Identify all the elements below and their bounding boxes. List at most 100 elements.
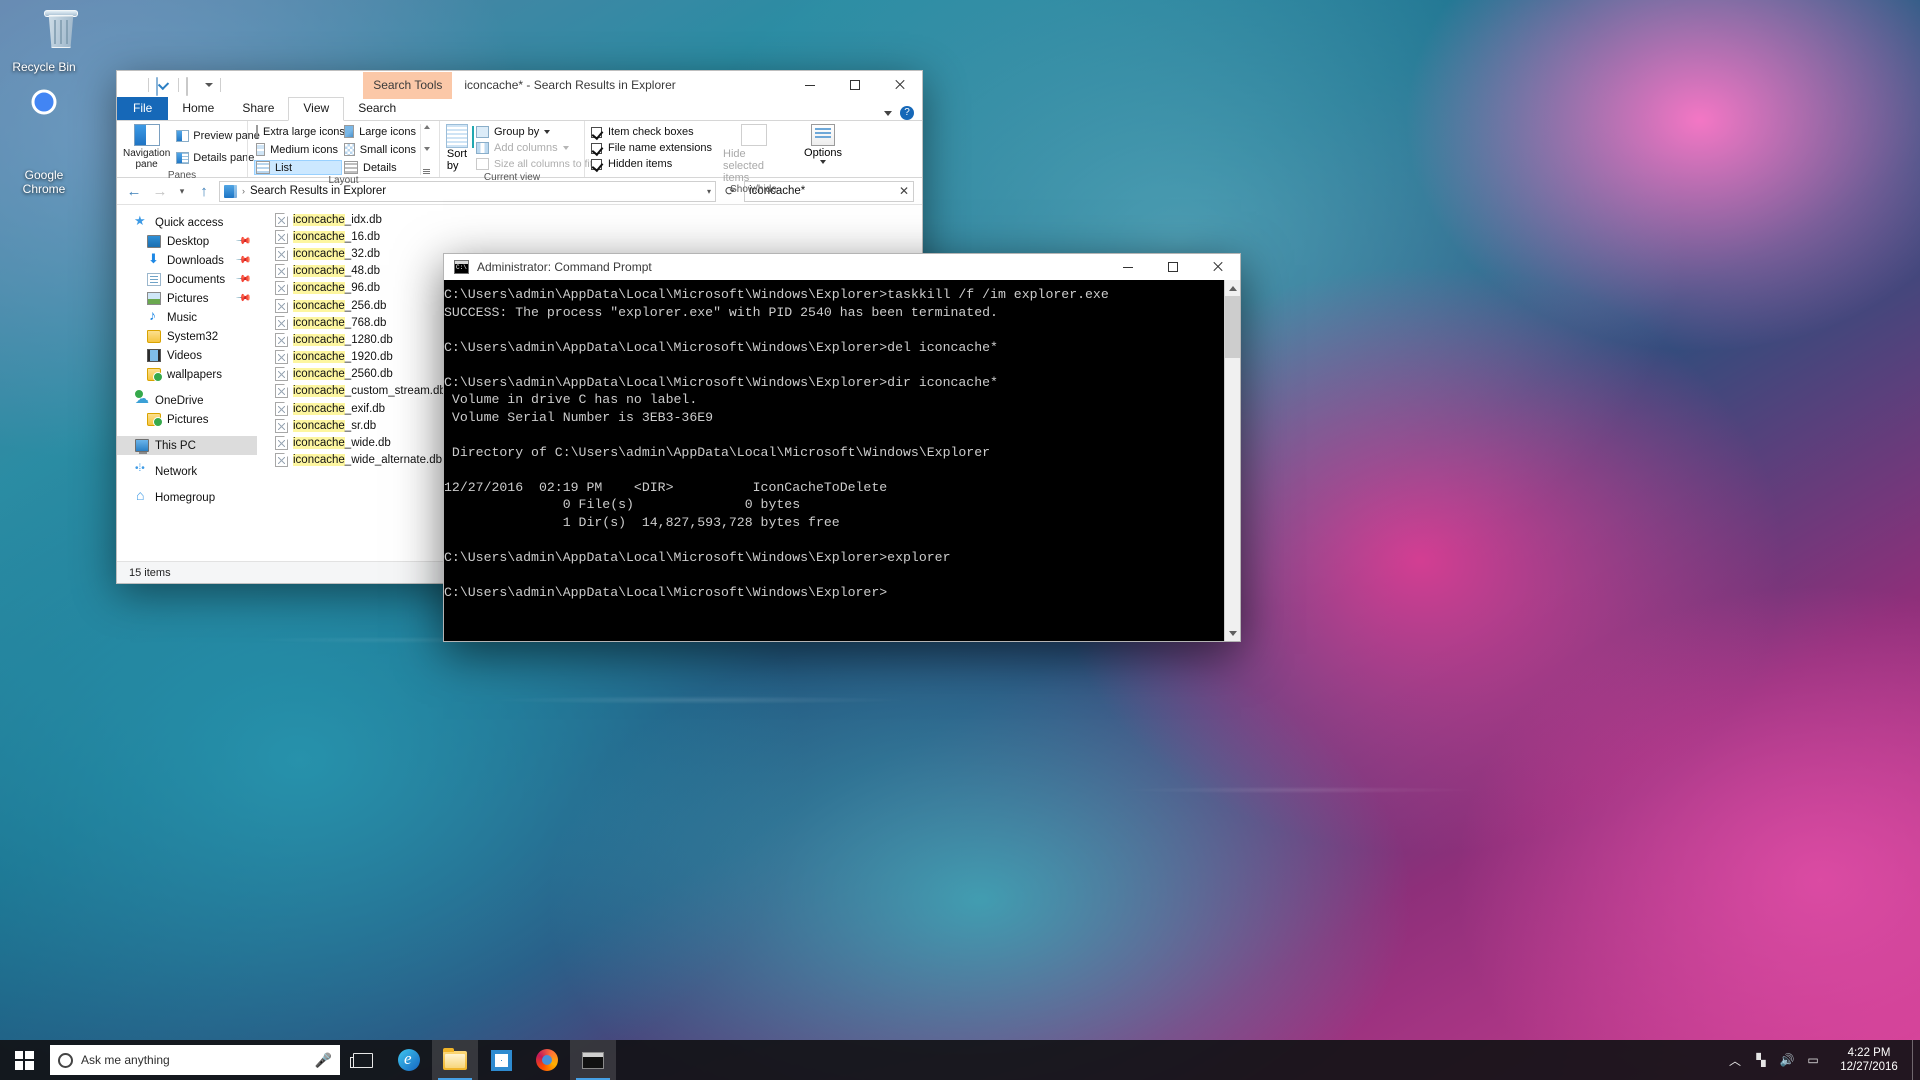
explorer-title-bar[interactable]: Search Tools iconcache* - Search Results…: [117, 71, 922, 99]
size-all-columns-to-fit-button[interactable]: Size all columns to fit: [476, 158, 593, 170]
taskbar-item-store[interactable]: [478, 1040, 524, 1080]
cortana-search-box[interactable]: Ask me anything 🎤: [50, 1045, 340, 1075]
checkbox-icon[interactable]: [591, 142, 602, 154]
sidebar-item-this-pc[interactable]: This PC: [117, 436, 257, 455]
start-button[interactable]: [0, 1040, 48, 1080]
sidebar-item-network[interactable]: Network: [117, 462, 257, 481]
sort-by-button[interactable]: Sort by: [446, 124, 474, 172]
cmd-maximize-button[interactable]: [1150, 253, 1195, 281]
layout-gallery-scrollbar[interactable]: [420, 124, 432, 175]
ribbon-tab-right-controls[interactable]: ?: [884, 106, 922, 120]
cmd-console-output[interactable]: C:\Users\admin\AppData\Local\Microsoft\W…: [444, 280, 1224, 641]
checkbox-icon[interactable]: [591, 158, 602, 170]
customize-dropdown-icon[interactable]: [205, 83, 213, 87]
file-name-extensions-option[interactable]: File name extensions: [591, 142, 713, 154]
layout-extra-large-icons[interactable]: Extra large icons: [254, 124, 345, 139]
sidebar-item-pictures[interactable]: Pictures 📌: [117, 289, 257, 308]
recent-locations-button[interactable]: ▾: [175, 181, 189, 201]
desktop-icon-google-chrome[interactable]: Google Chrome: [0, 88, 88, 196]
sidebar-item-system32[interactable]: System32: [117, 327, 257, 346]
maximize-button[interactable]: [832, 71, 877, 99]
sidebar-item-wallpapers[interactable]: wallpapers: [117, 365, 257, 384]
taskbar-item-edge[interactable]: [386, 1040, 432, 1080]
tab-view[interactable]: View: [288, 97, 345, 121]
cmd-title-bar[interactable]: Administrator: Command Prompt: [444, 254, 1240, 280]
sidebar-item-quick-access[interactable]: Quick access: [117, 213, 257, 232]
tab-search[interactable]: Search: [344, 98, 410, 120]
microphone-icon[interactable]: 🎤: [315, 1052, 332, 1069]
sidebar-item-homegroup[interactable]: Homegroup: [117, 487, 257, 507]
desktop-icon-recycle-bin[interactable]: Recycle Bin: [0, 8, 88, 74]
folder-icon[interactable]: [126, 78, 141, 93]
show-desktop-button[interactable]: [1912, 1040, 1920, 1080]
layout-small-icons[interactable]: Small icons: [342, 142, 420, 157]
navigation-pane[interactable]: Quick access Desktop 📌 Downloads 📌 Documen…: [117, 205, 257, 561]
scroll-up-icon[interactable]: [423, 125, 430, 129]
properties-icon[interactable]: [156, 76, 171, 96]
expand-gallery-icon[interactable]: [423, 169, 430, 174]
volume-icon[interactable]: 🔊: [1774, 1040, 1800, 1080]
help-icon[interactable]: ?: [900, 106, 914, 120]
chevron-down-icon[interactable]: [820, 160, 826, 164]
ribbon-tabs[interactable]: File Home Share View Search ?: [117, 97, 922, 121]
taskbar-item-firefox[interactable]: [524, 1040, 570, 1080]
sidebar-item-downloads[interactable]: Downloads 📌: [117, 251, 257, 270]
tab-file[interactable]: File: [117, 97, 169, 120]
forward-button[interactable]: →: [149, 181, 171, 201]
back-button[interactable]: ←: [123, 181, 145, 201]
item-check-boxes-option[interactable]: Item check boxes: [591, 126, 713, 138]
cmd-scroll-thumb[interactable]: [1225, 296, 1240, 358]
taskbar-item-file-explorer[interactable]: [432, 1040, 478, 1080]
group-by-button[interactable]: Group by: [476, 126, 593, 138]
add-columns-button[interactable]: Add columns: [476, 142, 593, 154]
cmd-minimize-button[interactable]: [1105, 253, 1150, 281]
list-item[interactable]: iconcache_16.db: [275, 228, 505, 245]
hide-selected-items-button[interactable]: Hide selected items: [723, 124, 785, 184]
tab-home[interactable]: Home: [168, 98, 228, 120]
sidebar-item-videos[interactable]: Videos: [117, 346, 257, 365]
options-button[interactable]: Options: [795, 124, 851, 184]
cmd-window-controls[interactable]: [1105, 253, 1240, 281]
command-prompt-window[interactable]: Administrator: Command Prompt C:\Users\a…: [443, 253, 1241, 642]
close-button[interactable]: [877, 71, 922, 99]
network-icon[interactable]: ▚: [1748, 1040, 1774, 1080]
search-tools-contextual-tab[interactable]: Search Tools: [363, 71, 453, 99]
window-controls[interactable]: [787, 71, 922, 99]
cmd-console-area[interactable]: C:\Users\admin\AppData\Local\Microsoft\W…: [444, 280, 1240, 641]
chevron-down-icon[interactable]: [544, 130, 551, 134]
layout-medium-icons[interactable]: Medium icons: [254, 142, 342, 157]
taskbar-item-command-prompt[interactable]: [570, 1040, 616, 1080]
hidden-items-option[interactable]: Hidden items: [591, 158, 713, 170]
new-folder-icon[interactable]: [186, 76, 201, 96]
cmd-scrollbar[interactable]: [1224, 280, 1240, 641]
layout-details[interactable]: Details: [342, 160, 420, 175]
cmd-scroll-track[interactable]: [1225, 296, 1240, 625]
up-button[interactable]: ↑: [193, 181, 215, 201]
scroll-down-icon[interactable]: [423, 147, 430, 151]
sidebar-item-documents[interactable]: Documents 📌: [117, 270, 257, 289]
clock[interactable]: 4:22 PM 12/27/2016: [1826, 1040, 1912, 1080]
task-view-button[interactable]: [340, 1040, 386, 1080]
list-item[interactable]: iconcache_idx.db: [275, 211, 505, 228]
sidebar-item-desktop[interactable]: Desktop 📌: [117, 232, 257, 251]
show-hidden-icons-icon[interactable]: ︿: [1722, 1040, 1748, 1080]
navigation-pane-button[interactable]: Navigation pane: [123, 124, 170, 170]
quick-access-toolbar[interactable]: [117, 71, 224, 99]
ribbon[interactable]: Navigation pane Preview pane Details pane…: [117, 121, 922, 195]
action-center-icon[interactable]: ▭: [1800, 1040, 1826, 1080]
chevron-down-icon[interactable]: [562, 146, 569, 150]
cmd-scroll-down-button[interactable]: [1225, 625, 1240, 641]
layout-list[interactable]: List: [254, 160, 342, 175]
cmd-close-button[interactable]: [1195, 253, 1240, 281]
collapse-ribbon-icon[interactable]: [884, 110, 892, 116]
taskbar[interactable]: Ask me anything 🎤 ︿ ▚ 🔊 ▭ 4:22 PM 12/27/…: [0, 1040, 1920, 1080]
tab-share[interactable]: Share: [228, 98, 288, 120]
sidebar-item-onedrive[interactable]: OneDrive: [117, 389, 257, 410]
layout-large-icons[interactable]: Large icons: [342, 124, 420, 139]
cmd-scroll-up-button[interactable]: [1225, 280, 1240, 296]
checkbox-icon[interactable]: [591, 126, 602, 138]
sidebar-item-music[interactable]: Music: [117, 307, 257, 327]
sidebar-item-onedrive-pictures[interactable]: Pictures: [117, 410, 257, 429]
minimize-button[interactable]: [787, 71, 832, 99]
system-tray[interactable]: ︿ ▚ 🔊 ▭ 4:22 PM 12/27/2016: [1722, 1040, 1920, 1080]
